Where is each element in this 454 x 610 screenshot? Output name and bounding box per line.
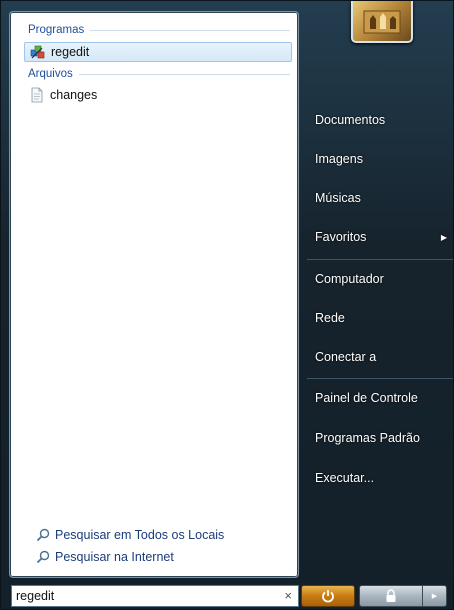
- menu-item-label: Computador: [315, 272, 384, 286]
- group-header-files: Arquivos: [28, 68, 290, 80]
- submenu-arrow-icon: ▶: [440, 232, 447, 242]
- divider: [90, 29, 290, 31]
- document-icon: [29, 87, 45, 103]
- divider: [78, 73, 290, 75]
- menu-item-label: Painel de Controle: [315, 391, 418, 405]
- menu-item-label: Programas Padrão: [315, 431, 420, 445]
- search-internet-link[interactable]: Pesquisar na Internet: [36, 550, 174, 564]
- result-label: changes: [50, 88, 98, 102]
- shutdown-options-button[interactable]: ▶: [423, 585, 447, 607]
- menu-item-run[interactable]: Executar...: [315, 465, 449, 491]
- start-search-box[interactable]: ×: [11, 585, 299, 607]
- menu-item-label: Músicas: [315, 191, 361, 205]
- search-icon: [36, 528, 50, 542]
- search-icon: [36, 550, 50, 564]
- arrow-right-icon: ▶: [431, 593, 438, 600]
- group-header-programs: Programas: [28, 24, 290, 36]
- search-link-label: Pesquisar na Internet: [55, 550, 174, 564]
- result-label: regedit: [51, 45, 90, 59]
- group-header-label: Programas: [28, 24, 85, 36]
- clear-search-icon[interactable]: ×: [284, 588, 292, 603]
- menu-item-label: Conectar a: [315, 350, 377, 364]
- menu-item-label: Rede: [315, 311, 345, 325]
- menu-item-label: Documentos: [315, 113, 386, 127]
- search-input[interactable]: [16, 589, 266, 603]
- search-link-label: Pesquisar em Todos os Locais: [55, 528, 225, 542]
- menu-item-control-panel[interactable]: Painel de Controle: [315, 385, 449, 411]
- menu-item-network[interactable]: Rede: [315, 305, 449, 331]
- menu-item-default-programs[interactable]: Programas Padrão: [315, 425, 449, 451]
- chess-icon: [363, 10, 401, 34]
- result-item-regedit[interactable]: regedit: [24, 42, 292, 62]
- regedit-icon: [30, 44, 46, 60]
- menu-item-pictures[interactable]: Imagens: [315, 146, 449, 172]
- lock-icon: [386, 589, 396, 602]
- menu-item-music[interactable]: Músicas: [315, 185, 449, 211]
- lock-button[interactable]: [359, 585, 423, 607]
- power-icon: [322, 590, 334, 603]
- menu-item-documents[interactable]: Documentos: [315, 107, 449, 133]
- divider: [307, 378, 453, 379]
- search-everywhere-link[interactable]: Pesquisar em Todos os Locais: [36, 528, 224, 542]
- result-item-changes[interactable]: changes: [24, 85, 292, 105]
- menu-item-label: Favoritos: [315, 230, 367, 244]
- power-button[interactable]: [301, 585, 355, 607]
- menu-item-label: Executar...: [315, 471, 375, 485]
- divider: [307, 259, 453, 260]
- start-menu: Programas regedit Arquivos changes Pesqu…: [0, 0, 454, 610]
- group-header-label: Arquivos: [28, 68, 73, 80]
- menu-item-computer[interactable]: Computador: [315, 266, 449, 292]
- user-picture[interactable]: [351, 1, 413, 43]
- results-pane: Programas regedit Arquivos changes Pesqu…: [9, 11, 299, 578]
- menu-item-connect-to[interactable]: Conectar a: [315, 344, 449, 370]
- menu-item-favorites[interactable]: Favoritos ▶: [315, 224, 449, 250]
- menu-item-label: Imagens: [315, 152, 363, 166]
